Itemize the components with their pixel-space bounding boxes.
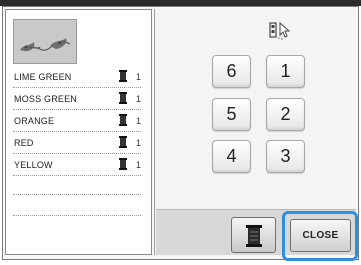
sequence-button-4[interactable]: 4	[212, 140, 251, 173]
thread-count: 1	[136, 160, 142, 170]
thread-count: 1	[136, 94, 142, 104]
stitch-pointer-icon	[269, 21, 291, 46]
thread-spool-icon	[246, 225, 262, 247]
panel-divider	[154, 9, 155, 255]
spool-icon	[119, 114, 127, 128]
thread-color-name: YELLOW	[14, 160, 53, 170]
list-divider	[13, 194, 141, 195]
spool-icon	[119, 70, 127, 84]
thread-color-name: MOSS GREEN	[14, 94, 78, 104]
list-divider	[13, 215, 141, 216]
list-item[interactable]: ORANGE 1	[13, 110, 141, 132]
thread-color-name: ORANGE	[14, 116, 55, 126]
thread-count: 1	[136, 72, 142, 82]
list-item[interactable]: MOSS GREEN 1	[13, 88, 141, 110]
pattern-thumbnail	[13, 19, 77, 64]
sequence-button-3[interactable]: 3	[266, 140, 305, 173]
thread-color-name: RED	[14, 138, 34, 148]
thread-color-button[interactable]	[231, 217, 276, 253]
thread-color-name: LIME GREEN	[14, 72, 72, 82]
embroidery-pattern-icon	[20, 38, 71, 52]
spool-icon	[119, 136, 127, 150]
close-button[interactable]: CLOSE	[290, 219, 351, 252]
sequence-button-2[interactable]: 2	[266, 98, 305, 131]
sequence-button-1[interactable]: 1	[266, 55, 305, 88]
list-item[interactable]: LIME GREEN 1	[13, 66, 141, 88]
list-item[interactable]: YELLOW 1	[13, 154, 141, 176]
thread-color-list: LIME GREEN 1 MOSS GREEN 1 ORANGE 1 RED 1…	[13, 66, 141, 176]
sequence-button-5[interactable]: 5	[212, 98, 251, 131]
list-item[interactable]: RED 1	[13, 132, 141, 154]
thread-count: 1	[136, 138, 142, 148]
sequence-button-6[interactable]: 6	[212, 55, 251, 88]
spool-icon	[119, 158, 127, 172]
spool-icon	[119, 92, 127, 106]
thread-count: 1	[136, 116, 142, 126]
